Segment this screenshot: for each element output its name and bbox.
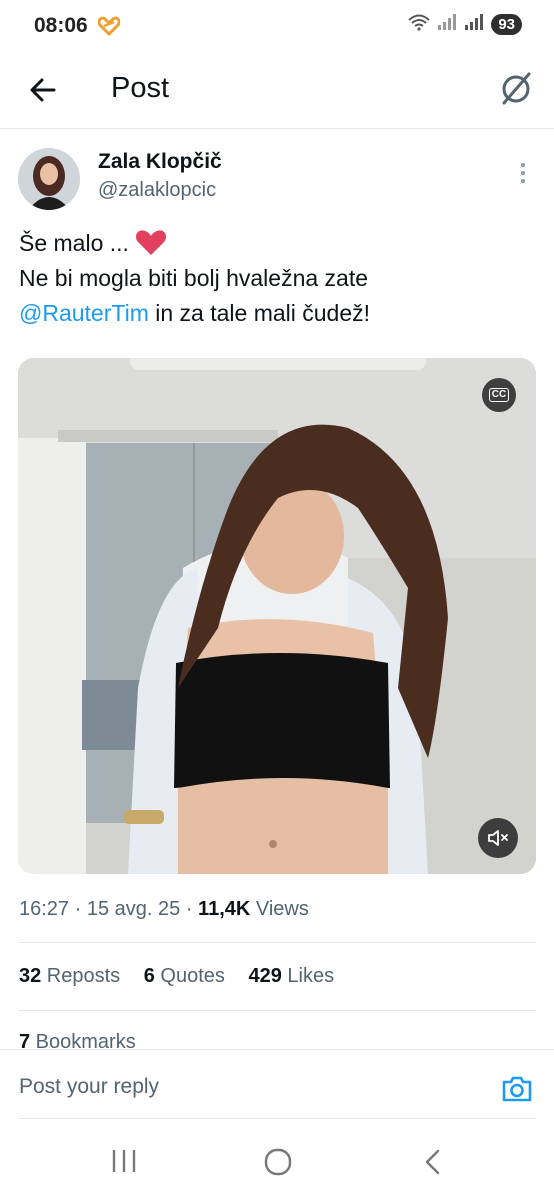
- grok-button[interactable]: [496, 68, 536, 108]
- status-icons: 93: [407, 13, 522, 36]
- camera-icon: [502, 1076, 532, 1102]
- post-author: Zala Klopčič @zalaklopcic: [18, 146, 536, 216]
- signal-icon: [437, 13, 457, 36]
- home-icon: [264, 1148, 292, 1176]
- post-line-3: @RauterTim in za tale mali čudež!: [19, 296, 534, 331]
- likes-count: 429: [248, 965, 282, 987]
- meta-separator-2: ·: [180, 898, 199, 920]
- reply-bar: Post your reply: [0, 1049, 554, 1120]
- bookmarks-stat[interactable]: 7 Bookmarks: [19, 1031, 136, 1051]
- post-text: Še malo ... Ne bi mogla biti bolj hvalež…: [19, 226, 534, 331]
- post-date: 15 avg. 25: [86, 898, 181, 920]
- status-bar: 08:06 93: [0, 0, 554, 52]
- post-line-3-text: in za tale mali čudež!: [148, 300, 371, 326]
- reply-underline: [18, 1118, 536, 1119]
- back-nav-button[interactable]: [422, 1148, 444, 1181]
- heart-notification-icon: [97, 16, 121, 41]
- views-label: Views: [250, 898, 309, 920]
- mention-link[interactable]: @RauterTim: [19, 300, 149, 326]
- mute-button[interactable]: [478, 818, 518, 858]
- bookmarks-count: 7: [19, 1031, 31, 1051]
- captions-button[interactable]: CC: [482, 378, 516, 412]
- bookmarks-label: Bookmarks: [30, 1031, 136, 1051]
- back-button[interactable]: [26, 72, 62, 108]
- reposts-label: Reposts: [41, 965, 121, 987]
- likes-label: Likes: [281, 965, 335, 987]
- system-nav-bar: [0, 1120, 554, 1200]
- post-meta: 16:27 · 15 avg. 25 · 11,4K Views: [19, 898, 309, 921]
- cc-icon: CC: [488, 388, 510, 402]
- reply-input[interactable]: Post your reply: [19, 1075, 159, 1099]
- quotes-stat[interactable]: 6 Quotes: [144, 965, 225, 987]
- avatar[interactable]: [18, 148, 80, 210]
- speaker-muted-icon: [488, 830, 508, 846]
- home-button[interactable]: [263, 1148, 293, 1181]
- post-line-1: Še malo ...: [19, 226, 534, 261]
- reposts-count: 32: [19, 965, 42, 987]
- more-vertical-icon: [521, 163, 525, 183]
- camera-button[interactable]: [500, 1072, 534, 1106]
- battery-indicator: 93: [491, 14, 522, 35]
- author-handle[interactable]: @zalaklopcic: [98, 179, 216, 202]
- status-time: 08:06: [34, 14, 88, 37]
- wifi-icon: [407, 13, 431, 36]
- chevron-left-icon: [425, 1149, 440, 1175]
- arrow-left-icon: [30, 78, 56, 102]
- post-line-1-text: Še malo ...: [19, 230, 136, 256]
- likes-stat[interactable]: 429 Likes: [248, 965, 334, 987]
- video-frame: [18, 358, 536, 874]
- views-count: 11,4K: [198, 898, 251, 920]
- signal-roaming-icon: [463, 13, 485, 36]
- quotes-count: 6: [143, 965, 155, 987]
- meta-separator: ·: [69, 898, 87, 920]
- post-stats: 32 Reposts 6 Quotes 429 Likes: [19, 965, 352, 988]
- post-time: 16:27: [19, 898, 70, 920]
- recent-apps-icon: [112, 1150, 136, 1172]
- post-line-2: Ne bi mogla biti bolj hvaležna zate: [19, 265, 369, 291]
- page-title: Post: [111, 72, 170, 104]
- top-bar: Post: [0, 52, 554, 129]
- more-options-button[interactable]: [516, 160, 530, 186]
- recent-apps-button[interactable]: [110, 1148, 138, 1179]
- grok-icon: [502, 72, 531, 105]
- heart-emoji-icon: [135, 230, 167, 256]
- divider: [18, 942, 536, 943]
- reposts-stat[interactable]: 32 Reposts: [19, 965, 120, 987]
- divider-2: [18, 1010, 536, 1011]
- video-player[interactable]: CC: [18, 358, 536, 874]
- author-name[interactable]: Zala Klopčič: [98, 150, 222, 174]
- quotes-label: Quotes: [154, 965, 225, 987]
